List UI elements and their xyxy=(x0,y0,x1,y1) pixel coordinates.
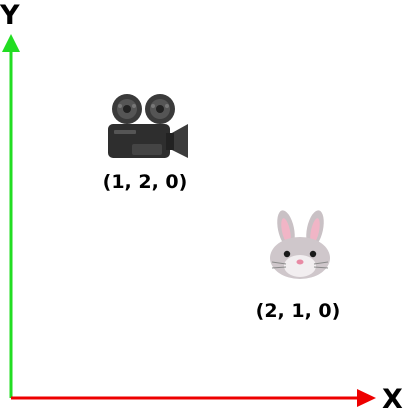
x-axis-label: X xyxy=(382,384,403,412)
camera-coord-label: (1, 2, 0) xyxy=(103,171,188,193)
rabbit-coord-label: (2, 1, 0) xyxy=(256,300,341,322)
coordinate-diagram: Y X (1, 2, 0) (2, 1, 0) xyxy=(0,0,403,412)
movie-camera-icon xyxy=(108,94,188,158)
rabbit-face-icon xyxy=(270,210,330,279)
y-axis: Y xyxy=(0,0,20,398)
x-axis-arrowhead xyxy=(357,389,376,407)
x-axis: X xyxy=(11,384,403,412)
y-axis-arrowhead xyxy=(2,34,20,52)
y-axis-label: Y xyxy=(0,0,20,31)
